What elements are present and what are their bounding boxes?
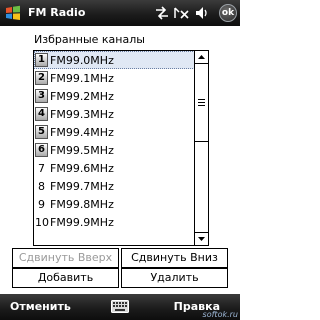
channel-frequency: FM99.1MHz [50, 71, 114, 85]
channel-frequency: FM99.8MHz [50, 197, 114, 211]
move-down-button[interactable]: Сдвинуть Вниз [121, 248, 228, 268]
scroll-up-arrow-icon [198, 55, 205, 59]
channel-number-badge: 2 [35, 71, 48, 85]
channel-row[interactable]: 6 FM99.5MHz [34, 141, 195, 159]
channel-number-badge: 3 [35, 89, 48, 103]
vertical-scrollbar[interactable] [194, 51, 208, 245]
channel-frequency: FM99.7MHz [50, 179, 114, 193]
channel-row[interactable]: 4 FM99.3MHz [34, 105, 195, 123]
watermark: softok.ru [202, 310, 238, 319]
thumb-grip-icon [198, 99, 205, 108]
channel-number-badge: 6 [35, 143, 48, 157]
favorites-list[interactable]: 1 FM99.0MHz 2 FM99.1MHz 3 FM99.2MHz 4 FM99.3MHz… [33, 50, 209, 246]
channel-frequency: FM99.9MHz [50, 215, 114, 229]
app-title: FM Radio [28, 6, 86, 19]
channel-number: 10 [35, 215, 49, 229]
channel-number-badge: 4 [35, 107, 48, 121]
channel-number: 8 [38, 179, 45, 193]
speaker-icon[interactable] [194, 5, 209, 21]
scroll-up-button[interactable] [195, 51, 208, 64]
channel-row[interactable]: 9 FM99.8MHz [34, 195, 195, 213]
channel-number: 7 [38, 161, 45, 175]
delete-button[interactable]: Удалить [121, 268, 228, 288]
no-signal-icon[interactable] [173, 5, 190, 21]
add-button[interactable]: Добавить [12, 268, 119, 288]
channel-row[interactable]: 5 FM99.4MHz [34, 123, 195, 141]
windows-start-icon[interactable] [4, 4, 22, 22]
channel-row[interactable]: 7 FM99.6MHz [34, 159, 195, 177]
channel-frequency: FM99.0MHz [50, 53, 114, 67]
channel-frequency: FM99.6MHz [50, 161, 114, 175]
channel-number-badge: 1 [35, 53, 48, 67]
ok-button[interactable]: ok [219, 4, 237, 22]
channel-frequency: FM99.4MHz [50, 125, 114, 139]
move-up-button[interactable]: Сдвинуть Вверх [12, 248, 119, 268]
connectivity-arrows-icon[interactable] [154, 5, 170, 21]
channel-frequency: FM99.3MHz [50, 107, 114, 121]
channel-row[interactable]: 1 FM99.0MHz [34, 51, 195, 69]
scroll-thumb[interactable] [195, 64, 208, 142]
cancel-softkey[interactable]: Отменить [10, 300, 71, 313]
favorites-items: 1 FM99.0MHz 2 FM99.1MHz 3 FM99.2MHz 4 FM99.3MHz… [34, 51, 195, 245]
channel-number-badge: 5 [35, 125, 48, 139]
menu-bar: Отменить Правка softok.ru [0, 294, 240, 320]
scroll-down-arrow-icon [198, 237, 205, 241]
title-bar: FM Radio ok [0, 0, 240, 26]
channel-row[interactable]: 2 FM99.1MHz [34, 69, 195, 87]
channel-frequency: FM99.2MHz [50, 89, 114, 103]
channel-row[interactable]: 8 FM99.7MHz [34, 177, 195, 195]
keyboard-icon[interactable] [111, 300, 129, 313]
channel-frequency: FM99.5MHz [50, 143, 114, 157]
scroll-down-button[interactable] [195, 232, 208, 245]
favorites-label: Избранные каналы [34, 33, 145, 46]
channel-row[interactable]: 3 FM99.2MHz [34, 87, 195, 105]
channel-row[interactable]: 10 FM99.9MHz [34, 213, 195, 231]
channel-number: 9 [38, 197, 45, 211]
